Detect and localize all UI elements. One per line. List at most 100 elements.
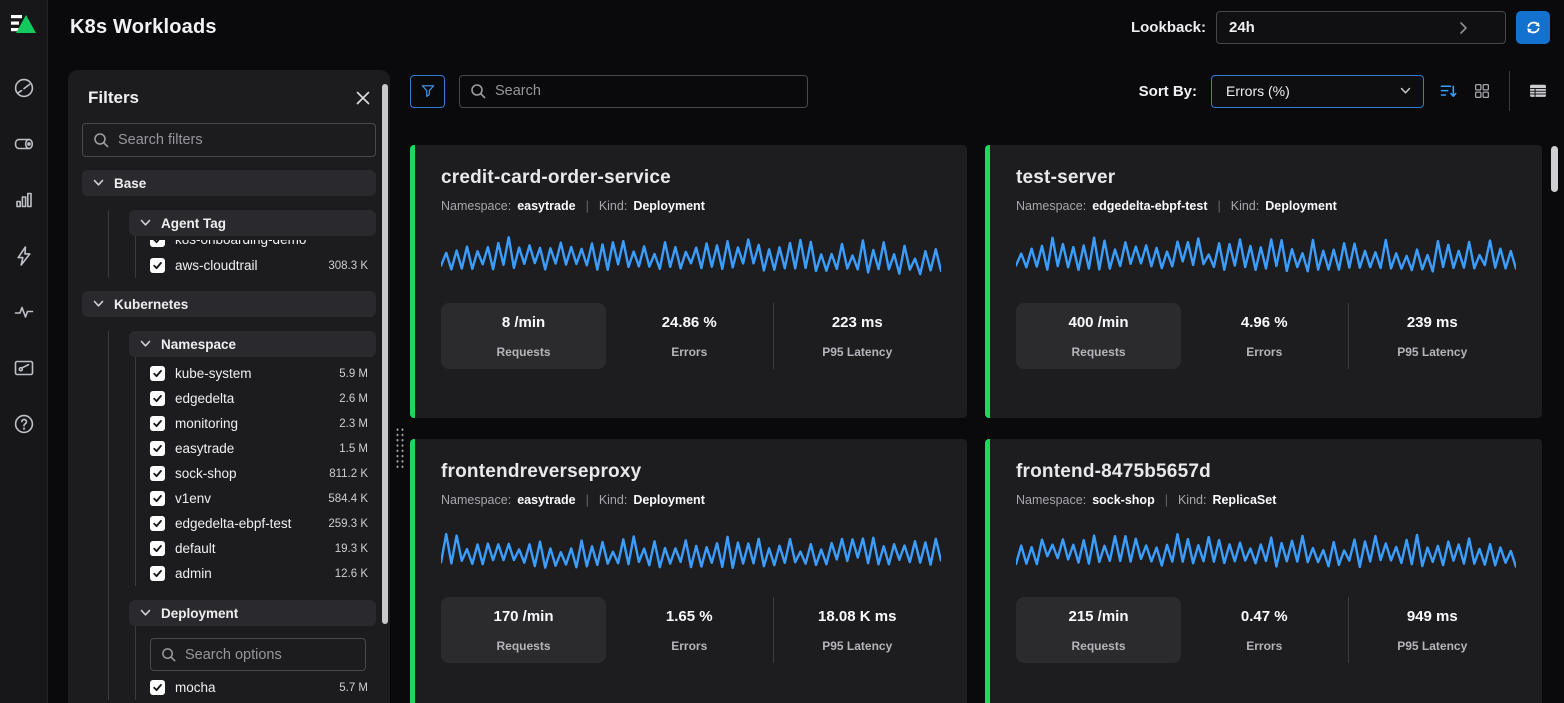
filters-search-input[interactable] bbox=[118, 132, 365, 148]
search-icon bbox=[93, 132, 109, 148]
kind-value: Deployment bbox=[1265, 199, 1337, 213]
checkbox-checked[interactable] bbox=[150, 391, 165, 406]
option-count: 5.7 M bbox=[339, 682, 368, 694]
help-icon[interactable] bbox=[12, 412, 36, 436]
filter-option[interactable]: edgedelta2.6 M bbox=[136, 386, 376, 411]
filter-option[interactable]: admin12.6 K bbox=[136, 561, 376, 586]
workload-card[interactable]: frontend-8475b5657dNamespace:sock-shop|K… bbox=[985, 439, 1542, 703]
workload-stats: 215 /minRequests0.47 %Errors949 msP95 La… bbox=[1016, 597, 1516, 663]
chevron-down-icon bbox=[1400, 87, 1411, 95]
workloads-search[interactable] bbox=[459, 75, 808, 108]
checkbox-checked[interactable] bbox=[150, 566, 165, 581]
kind-value: Deployment bbox=[633, 199, 705, 213]
namespace-value: easytrade bbox=[517, 493, 575, 507]
workload-meta: Namespace:sock-shop|Kind:ReplicaSet bbox=[1016, 493, 1516, 507]
filter-section-deployment[interactable]: Deployment bbox=[129, 600, 376, 626]
workload-stats: 8 /minRequests24.86 %Errors223 msP95 Lat… bbox=[441, 303, 941, 369]
errors-stat: 0.47 %Errors bbox=[1181, 597, 1349, 663]
refresh-button[interactable] bbox=[1516, 11, 1550, 44]
latency-stat: 949 msP95 Latency bbox=[1349, 597, 1517, 663]
filter-section-namespace[interactable]: Namespace bbox=[129, 331, 376, 357]
sortby-label: Sort By: bbox=[1139, 83, 1197, 100]
checkbox-checked[interactable] bbox=[150, 491, 165, 506]
chevron-down-icon bbox=[140, 219, 151, 227]
workloads-search-input[interactable] bbox=[495, 83, 797, 99]
filter-option[interactable]: monitoring2.3 M bbox=[136, 411, 376, 436]
workload-stats: 170 /minRequests1.65 %Errors18.08 K msP9… bbox=[441, 597, 941, 663]
toggle-filters-button[interactable] bbox=[410, 75, 445, 108]
grid-view-icon[interactable] bbox=[1473, 82, 1491, 100]
filters-title: Filters bbox=[88, 88, 139, 108]
checkbox-checked[interactable] bbox=[150, 466, 165, 481]
checkbox-checked[interactable] bbox=[150, 541, 165, 556]
option-count: 19.3 K bbox=[335, 543, 368, 555]
filter-section-base[interactable]: Base bbox=[82, 170, 376, 196]
filters-search[interactable] bbox=[82, 123, 376, 157]
chevron-down-icon bbox=[93, 179, 104, 187]
logs-icon[interactable] bbox=[12, 132, 36, 156]
panel-chart-icon[interactable] bbox=[12, 356, 36, 380]
filter-option[interactable]: default19.3 K bbox=[136, 536, 376, 561]
requests-stat: 215 /minRequests bbox=[1016, 597, 1181, 663]
option-count: 2.6 M bbox=[339, 393, 368, 405]
checkbox-checked[interactable] bbox=[150, 441, 165, 456]
option-count: 2.3 M bbox=[339, 418, 368, 430]
chevron-down-icon bbox=[140, 609, 151, 617]
toolbar-divider bbox=[1509, 71, 1510, 111]
table-view-icon[interactable] bbox=[1528, 81, 1548, 101]
deployment-search-input[interactable] bbox=[185, 647, 372, 663]
filters-scrollbar[interactable] bbox=[382, 84, 388, 624]
filter-option[interactable]: edgedelta-ebpf-test259.3 K bbox=[136, 511, 376, 536]
deployment-search[interactable] bbox=[150, 638, 366, 671]
filter-option[interactable]: mocha 5.7 M bbox=[136, 675, 376, 700]
sort-descending-icon[interactable] bbox=[1438, 81, 1459, 102]
workload-card[interactable]: credit-card-order-serviceNamespace:easyt… bbox=[410, 145, 967, 418]
panel-resize-handle[interactable] bbox=[395, 427, 405, 469]
filter-section-kubernetes[interactable]: Kubernetes bbox=[82, 291, 376, 317]
filter-option[interactable]: easytrade1.5 M bbox=[136, 436, 376, 461]
workloads-toolbar: Sort By: Errors (%) bbox=[410, 74, 1548, 108]
chevron-right-icon bbox=[1459, 21, 1468, 35]
top-bar: K8s Workloads Lookback: bbox=[48, 0, 1564, 55]
dashboard-gauge-icon[interactable] bbox=[12, 76, 36, 100]
page-title: K8s Workloads bbox=[70, 16, 217, 39]
agent-tag-items: k8s-onboarding-demo aws-cloudtrail 308.3… bbox=[135, 236, 376, 278]
chevron-down-icon bbox=[93, 300, 104, 308]
workload-card[interactable]: test-serverNamespace:edgedelta-ebpf-test… bbox=[985, 145, 1542, 418]
metrics-bar-chart-icon[interactable] bbox=[12, 188, 36, 212]
option-count: 1.5 M bbox=[339, 443, 368, 455]
lookback-value-field[interactable] bbox=[1229, 19, 1459, 36]
checkbox-checked[interactable] bbox=[150, 240, 165, 247]
filter-section-agent-tag[interactable]: Agent Tag bbox=[129, 210, 376, 236]
rail-nav bbox=[12, 76, 36, 436]
checkbox-checked[interactable] bbox=[150, 680, 165, 695]
filter-option[interactable]: k8s-onboarding-demo bbox=[136, 240, 376, 252]
workload-name: test-server bbox=[1016, 167, 1516, 189]
icon-rail bbox=[0, 0, 48, 703]
checkbox-checked[interactable] bbox=[150, 516, 165, 531]
kind-value: Deployment bbox=[633, 493, 705, 507]
option-count: 259.3 K bbox=[328, 518, 368, 530]
filter-option[interactable]: v1env584.4 K bbox=[136, 486, 376, 511]
requests-sparkline bbox=[441, 233, 941, 287]
sortby-select[interactable]: Errors (%) bbox=[1211, 75, 1424, 108]
main-scrollbar[interactable] bbox=[1551, 146, 1558, 192]
requests-stat: 400 /minRequests bbox=[1016, 303, 1181, 369]
traces-pulse-icon[interactable] bbox=[12, 300, 36, 324]
filters-panel: Filters Base Agent Tag k8s-onboarding-de… bbox=[68, 70, 390, 703]
close-icon[interactable] bbox=[354, 89, 372, 107]
checkbox-checked[interactable] bbox=[150, 258, 165, 273]
filter-option[interactable]: aws-cloudtrail 308.3 K bbox=[136, 253, 376, 278]
edgedelta-logo[interactable] bbox=[10, 12, 37, 38]
events-lightning-icon[interactable] bbox=[12, 244, 36, 268]
namespace-value: sock-shop bbox=[1092, 493, 1155, 507]
filter-option[interactable]: kube-system5.9 M bbox=[136, 361, 376, 386]
requests-stat: 170 /minRequests bbox=[441, 597, 606, 663]
option-count: 5.9 M bbox=[339, 368, 368, 380]
checkbox-checked[interactable] bbox=[150, 416, 165, 431]
workload-card[interactable]: frontendreverseproxyNamespace:easytrade|… bbox=[410, 439, 967, 703]
filter-option[interactable]: sock-shop811.2 K bbox=[136, 461, 376, 486]
lookback-label: Lookback: bbox=[1131, 19, 1206, 36]
checkbox-checked[interactable] bbox=[150, 366, 165, 381]
lookback-input[interactable] bbox=[1216, 11, 1506, 44]
